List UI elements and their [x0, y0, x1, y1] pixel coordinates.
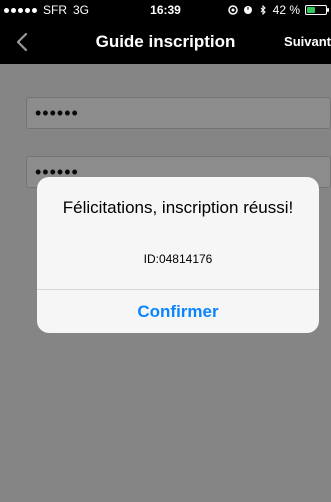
confirm-button[interactable]: Confirmer: [37, 290, 319, 333]
success-dialog: Félicitations, inscription réussi! ID:04…: [37, 177, 319, 333]
battery-fill: [307, 7, 316, 13]
navigation-bar: Guide inscription Suivant: [0, 20, 331, 64]
screen: SFR 3G 16:39 42 % Guide inscription Suiv…: [0, 0, 331, 502]
status-bar: SFR 3G 16:39 42 %: [0, 0, 331, 20]
bluetooth-icon: [260, 5, 266, 15]
next-button[interactable]: Suivant: [284, 34, 331, 49]
location-icon: [227, 5, 238, 15]
battery-icon: [305, 5, 329, 15]
registration-id: ID:04814176: [143, 252, 213, 266]
battery-percentage: 42 %: [272, 3, 300, 17]
dialog-title: Félicitations, inscription réussi!: [62, 198, 294, 217]
page-title: Guide inscription: [95, 32, 236, 51]
status-right: 42 %: [227, 3, 329, 17]
alarm-icon: [243, 6, 252, 14]
